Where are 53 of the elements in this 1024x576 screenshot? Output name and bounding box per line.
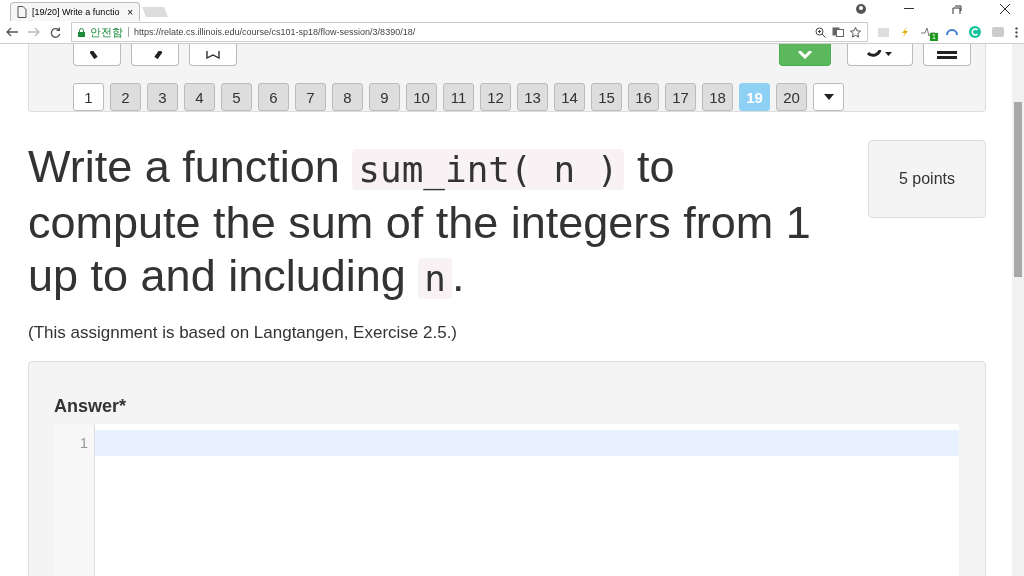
secure-label: 안전함 bbox=[90, 24, 123, 40]
page-button[interactable]: 3 bbox=[147, 83, 178, 111]
page-button[interactable]: 11 bbox=[443, 83, 474, 111]
page-button[interactable]: 13 bbox=[517, 83, 548, 111]
page-dropdown-button[interactable] bbox=[813, 83, 844, 111]
attribution-note: (This assignment is based on Langtangen, Exercise 2.5.) bbox=[28, 323, 459, 343]
history-dropdown-button[interactable] bbox=[847, 44, 913, 66]
answer-label: Answer* bbox=[54, 396, 128, 417]
tab-title: [19/20] Write a functio bbox=[32, 7, 121, 17]
page-button[interactable]: 12 bbox=[480, 83, 511, 111]
page-button[interactable]: 5 bbox=[221, 83, 252, 111]
submit-button[interactable] bbox=[779, 44, 831, 66]
profile-icon[interactable] bbox=[856, 4, 866, 14]
page-button[interactable]: 14 bbox=[554, 83, 585, 111]
page-icon bbox=[17, 6, 27, 18]
address-field[interactable]: 안전함 https://relate.cs.illinois.edu/course/cs101-sp18/flow-session/3/8390/18/ bbox=[71, 22, 868, 42]
page-button[interactable]: 9 bbox=[369, 83, 400, 111]
scrollbar[interactable] bbox=[1012, 44, 1024, 576]
page-button[interactable]: 7 bbox=[295, 83, 326, 111]
zoom-icon[interactable] bbox=[815, 26, 826, 38]
arc-icon[interactable] bbox=[946, 29, 958, 35]
page-button[interactable]: 18 bbox=[702, 83, 733, 111]
caret-icon bbox=[823, 94, 834, 100]
back-icon[interactable] bbox=[6, 27, 18, 37]
page-button[interactable]: 20 bbox=[776, 83, 807, 111]
previous-button[interactable] bbox=[73, 44, 121, 66]
browser-tab[interactable]: [19/20] Write a functio × bbox=[10, 2, 140, 21]
menu-icon[interactable] bbox=[1015, 26, 1018, 38]
menu-button[interactable] bbox=[923, 44, 971, 66]
check-icon bbox=[797, 50, 813, 59]
reload-icon[interactable] bbox=[50, 26, 61, 38]
page-button[interactable]: 6 bbox=[258, 83, 289, 111]
points-badge: 5 points bbox=[868, 140, 986, 218]
restore-icon[interactable] bbox=[952, 4, 962, 14]
close-icon[interactable] bbox=[1000, 4, 1010, 14]
page-button[interactable]: 4 bbox=[184, 83, 215, 111]
page-button[interactable]: 8 bbox=[332, 83, 363, 111]
url-text: https://relate.cs.illinois.edu/course/cs101-sp18/flow-session/3/8390/18/ bbox=[134, 27, 417, 37]
page-button[interactable]: 1 bbox=[73, 83, 104, 111]
question-title: Write a function sum_int( n ) to compute the sum of the integers from 1 up to and including n. bbox=[28, 140, 812, 303]
line-number: 1 bbox=[78, 433, 89, 453]
page-button[interactable]: 15 bbox=[591, 83, 622, 111]
minimize-icon[interactable] bbox=[904, 8, 914, 10]
close-tab-button[interactable]: × bbox=[127, 6, 133, 18]
page-button[interactable]: 2 bbox=[110, 83, 141, 111]
next-button[interactable] bbox=[131, 44, 179, 66]
translate-icon[interactable] bbox=[832, 27, 844, 37]
page-button[interactable]: 16 bbox=[628, 83, 659, 111]
page-button[interactable]: 17 bbox=[665, 83, 696, 111]
menu-icon bbox=[937, 50, 957, 59]
lock-icon bbox=[78, 27, 85, 37]
bookmark-button[interactable] bbox=[189, 44, 237, 66]
page-button[interactable]: 10 bbox=[406, 83, 437, 111]
